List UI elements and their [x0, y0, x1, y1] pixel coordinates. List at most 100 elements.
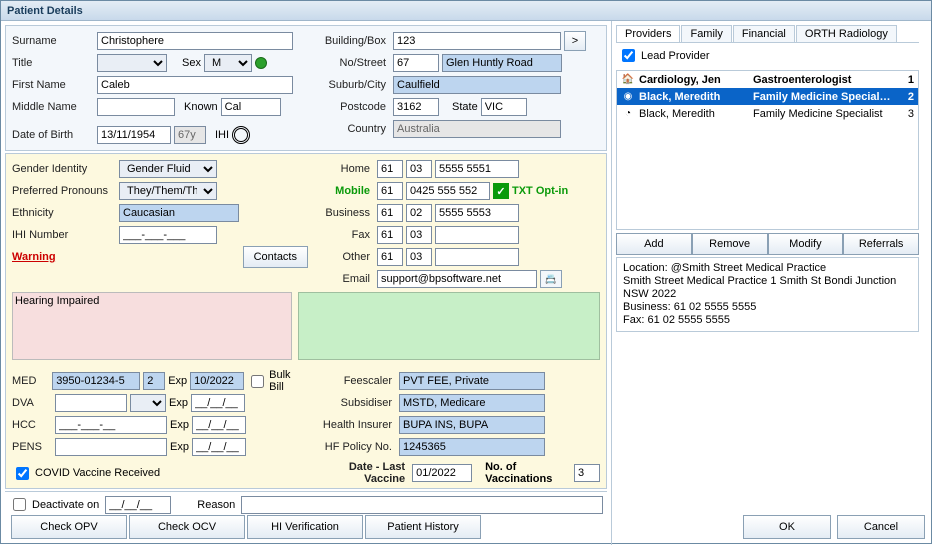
- state-input[interactable]: [481, 98, 527, 116]
- patient-history-button[interactable]: Patient History: [365, 515, 481, 539]
- other-num-input[interactable]: [435, 248, 519, 266]
- hcc-exp-input[interactable]: [192, 416, 246, 434]
- known-as-input[interactable]: [221, 98, 281, 116]
- dva-color-select[interactable]: [130, 394, 166, 412]
- provider-num: 3: [900, 108, 914, 120]
- txt-optin-label: TXT Opt-in: [512, 185, 568, 197]
- mobile-num-input[interactable]: [406, 182, 490, 200]
- lbl-home: Home: [312, 163, 370, 175]
- title-select[interactable]: [97, 54, 167, 72]
- check-ocv-button[interactable]: Check OCV: [129, 515, 245, 539]
- hf-policy-input[interactable]: [399, 438, 545, 456]
- last-vaccine-input[interactable]: [412, 464, 472, 482]
- provider-row[interactable]: ◉Black, MeredithFamily Medicine Special……: [617, 88, 918, 105]
- feescaler-input[interactable]: [399, 372, 545, 390]
- home-ac-input[interactable]: [406, 160, 432, 178]
- lbl-feescaler: Feescaler: [312, 375, 392, 387]
- home-num-input[interactable]: [435, 160, 519, 178]
- ethnicity-input[interactable]: [119, 204, 239, 222]
- lbl-business: Business: [312, 207, 370, 219]
- business-cc-input[interactable]: [377, 204, 403, 222]
- lbl-hcc-exp: Exp: [170, 419, 189, 431]
- first-name-input[interactable]: [97, 76, 293, 94]
- suburb-input[interactable]: [393, 76, 561, 94]
- lbl-title: Title: [12, 57, 94, 69]
- building-input[interactable]: [393, 32, 561, 50]
- pens-exp-input[interactable]: [192, 438, 246, 456]
- med-exp-input[interactable]: [190, 372, 244, 390]
- surname-input[interactable]: [97, 32, 293, 50]
- street-name-input[interactable]: [442, 54, 562, 72]
- sex-select[interactable]: M: [204, 54, 252, 72]
- postcode-input[interactable]: [393, 98, 439, 116]
- referrals-button[interactable]: Referrals: [843, 233, 919, 255]
- lbl-med-exp: Exp: [168, 375, 187, 387]
- pens-number-input[interactable]: [55, 438, 167, 456]
- address-expand-button[interactable]: >: [564, 31, 586, 51]
- modify-button[interactable]: Modify: [768, 233, 844, 255]
- home-cc-input[interactable]: [377, 160, 403, 178]
- dva-exp-input[interactable]: [191, 394, 245, 412]
- lead-provider-checkbox[interactable]: Lead Provider: [616, 43, 919, 68]
- lbl-reason: Reason: [197, 499, 235, 511]
- cancel-button[interactable]: Cancel: [837, 515, 925, 539]
- pronouns-select[interactable]: They/Them/Their: [119, 182, 217, 200]
- lbl-known: Known: [184, 101, 218, 113]
- med-number-input[interactable]: [52, 372, 140, 390]
- subsidiser-input[interactable]: [399, 394, 545, 412]
- middle-name-input[interactable]: [97, 98, 175, 116]
- tab-providers[interactable]: Providers: [616, 25, 680, 42]
- remove-button[interactable]: Remove: [692, 233, 768, 255]
- green-notes[interactable]: [298, 292, 600, 360]
- other-cc-input[interactable]: [377, 248, 403, 266]
- lbl-suburb: Suburb/City: [316, 79, 386, 91]
- check-opv-button[interactable]: Check OPV: [11, 515, 127, 539]
- fax-cc-input[interactable]: [377, 226, 403, 244]
- dob-input[interactable]: [97, 126, 171, 144]
- email-input[interactable]: [377, 270, 537, 288]
- street-no-input[interactable]: [393, 54, 439, 72]
- tab-financial[interactable]: Financial: [733, 25, 795, 42]
- ihi-number-input[interactable]: [119, 226, 217, 244]
- window-title: Patient Details: [1, 1, 931, 21]
- deactivate-reason-input[interactable]: [241, 496, 603, 514]
- warning-link[interactable]: Warning: [12, 251, 116, 263]
- deactivate-date-input[interactable]: [105, 496, 171, 514]
- fax-ac-input[interactable]: [406, 226, 432, 244]
- provider-row[interactable]: 🏠Cardiology, JenGastroenterologist1: [617, 71, 918, 88]
- location-info: Location: @Smith Street Medical Practice…: [616, 257, 919, 332]
- lbl-ihi-number: IHI Number: [12, 229, 116, 241]
- contacts-button[interactable]: Contacts: [243, 246, 308, 268]
- lbl-pronouns: Preferred Pronouns: [12, 185, 116, 197]
- email-lookup-icon[interactable]: 📇: [540, 270, 562, 288]
- mobile-cc-input[interactable]: [377, 182, 403, 200]
- tab-orth-radiology[interactable]: ORTH Radiology: [796, 25, 897, 42]
- add-button[interactable]: Add: [616, 233, 692, 255]
- provider-list[interactable]: 🏠Cardiology, JenGastroenterologist1◉Blac…: [616, 70, 919, 230]
- bulk-bill-checkbox[interactable]: Bulk Bill: [247, 369, 304, 393]
- txt-optin-icon[interactable]: ✓: [493, 183, 509, 199]
- lbl-dva: DVA: [12, 397, 52, 409]
- gender-identity-select[interactable]: Gender Fluid: [119, 160, 217, 178]
- ok-button[interactable]: OK: [743, 515, 831, 539]
- med-ref-input[interactable]: [143, 372, 165, 390]
- tab-family[interactable]: Family: [681, 25, 731, 42]
- lbl-country: Country: [316, 123, 386, 135]
- deactivate-checkbox[interactable]: Deactivate on: [9, 495, 99, 514]
- provider-name: Black, Meredith: [639, 108, 749, 120]
- other-ac-input[interactable]: [406, 248, 432, 266]
- lbl-postcode: Postcode: [316, 101, 386, 113]
- num-vaccinations-input[interactable]: [574, 464, 600, 482]
- hcc-number-input[interactable]: [55, 416, 167, 434]
- provider-type: Family Medicine Special…: [753, 91, 896, 103]
- fax-num-input[interactable]: [435, 226, 519, 244]
- health-insurer-input[interactable]: [399, 416, 545, 434]
- covid-vaccine-checkbox[interactable]: COVID Vaccine Received: [12, 464, 160, 483]
- provider-row[interactable]: ◔Black, MeredithFamily Medicine Speciali…: [617, 105, 918, 122]
- hi-verification-button[interactable]: HI Verification: [247, 515, 363, 539]
- dva-number-input[interactable]: [55, 394, 127, 412]
- warning-notes[interactable]: Hearing Impaired: [12, 292, 292, 360]
- ihi-status-icon[interactable]: [232, 126, 250, 144]
- business-ac-input[interactable]: [406, 204, 432, 222]
- business-num-input[interactable]: [435, 204, 519, 222]
